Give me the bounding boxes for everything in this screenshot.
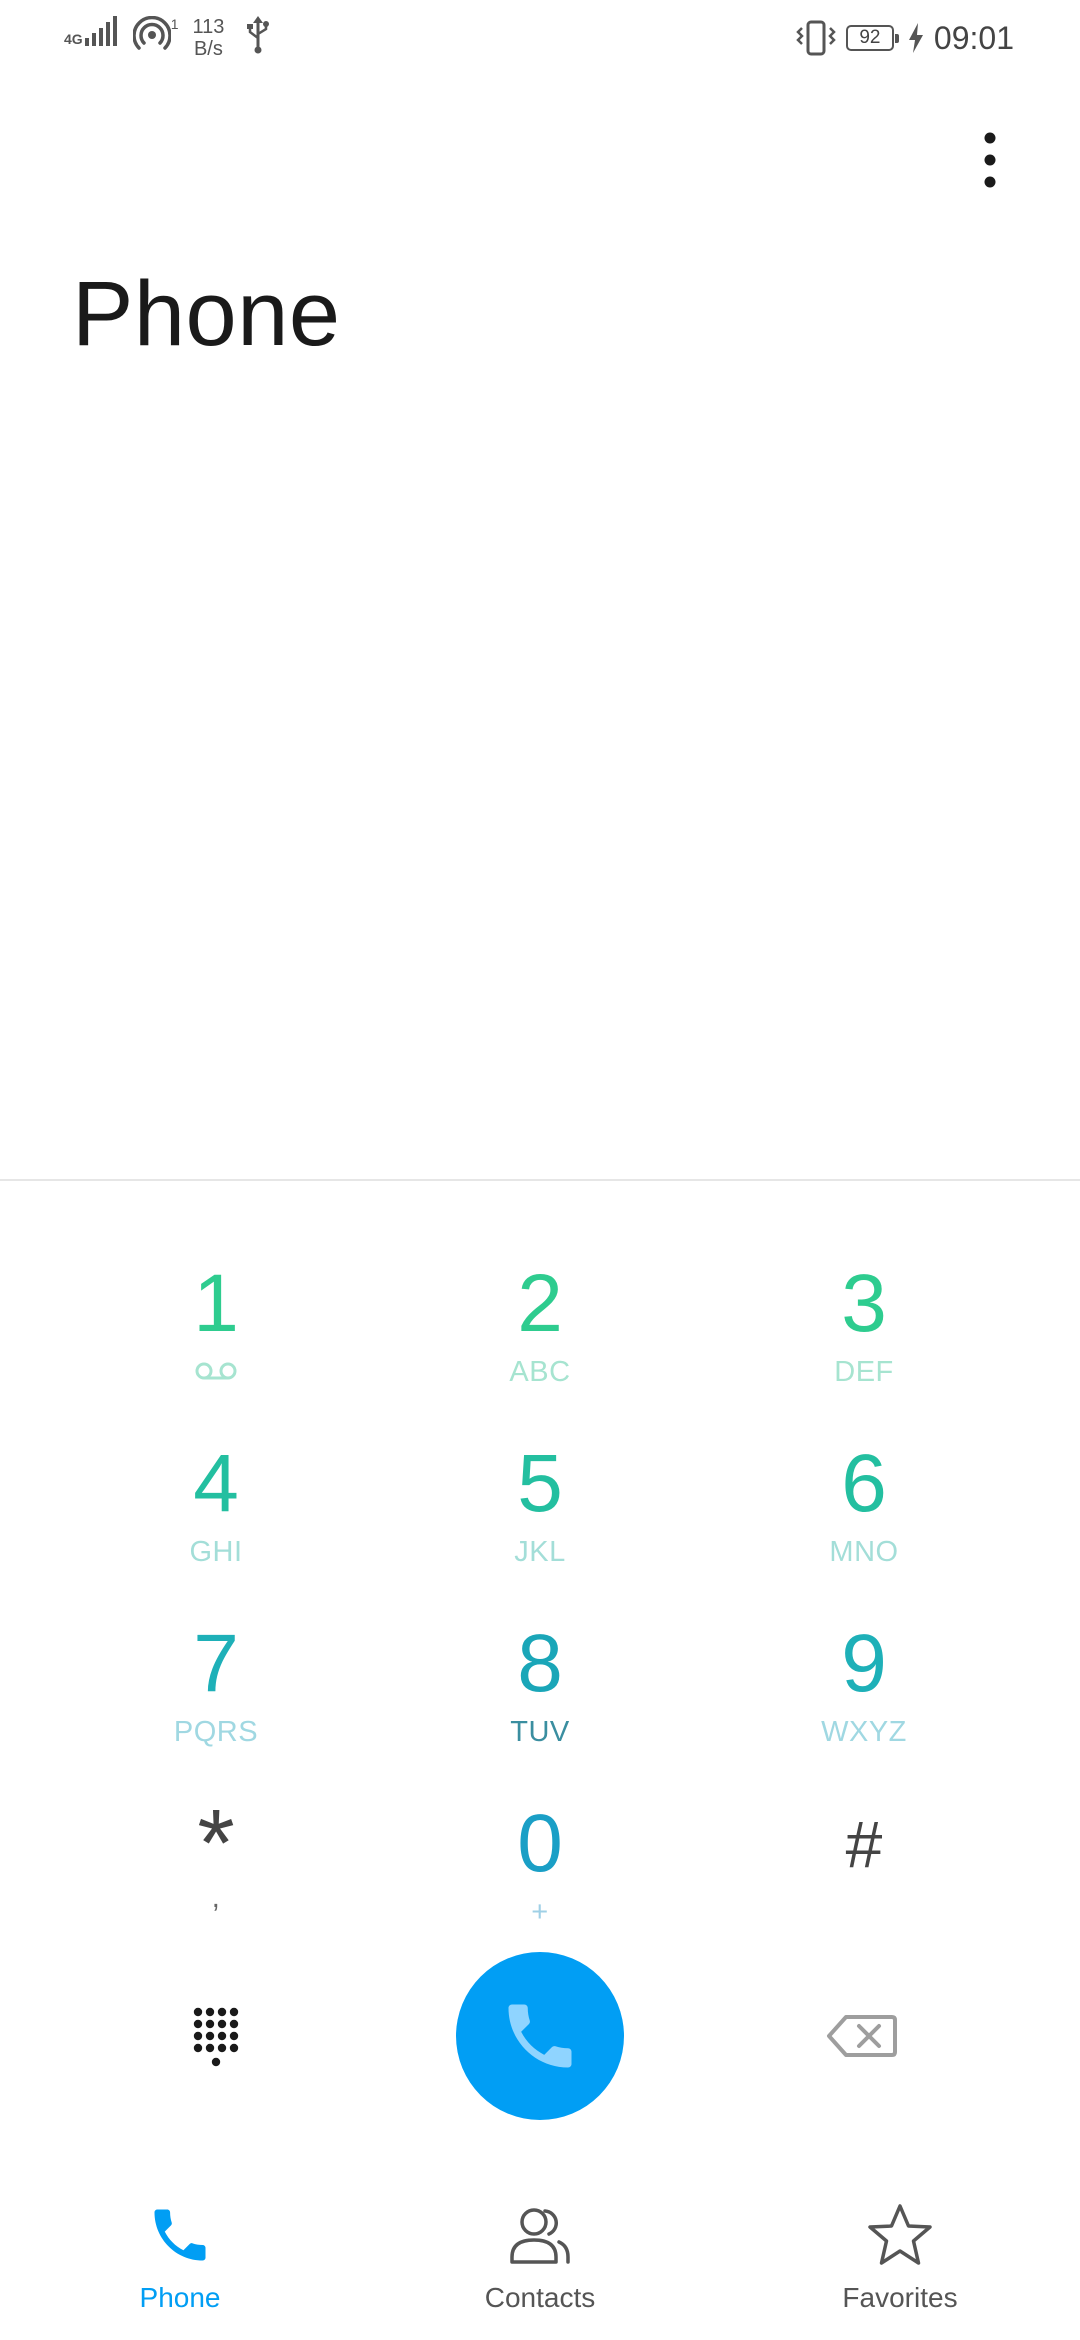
charging-bolt-icon	[908, 23, 923, 53]
dial-key-star[interactable]: * ,	[66, 1790, 366, 1960]
dial-key-digit: *	[197, 1790, 235, 1897]
speed-value: 113	[192, 16, 225, 38]
dialpad-toggle-button[interactable]	[176, 1998, 256, 2078]
dial-key-letters: DEF	[834, 1356, 894, 1388]
nav-tab-contacts[interactable]: Contacts	[430, 2198, 650, 2328]
nav-label-contacts: Contacts	[484, 2282, 596, 2313]
dial-key-digit: 3	[841, 1258, 887, 1349]
status-bar: 4G 1 113 B/s 92 09:01	[0, 0, 1080, 72]
voicemail-icon	[195, 1362, 237, 1380]
nav-label-favorites: Favorites	[842, 2282, 958, 2313]
dial-key-hash[interactable]: #	[714, 1800, 1014, 1960]
dialpad-grid-icon	[193, 2007, 239, 2067]
cellular-signal: 4G	[64, 16, 119, 46]
dial-key-9[interactable]: 9 WXYZ	[714, 1620, 1014, 1780]
nav-tab-phone[interactable]: Phone	[70, 2198, 290, 2328]
dial-key-0[interactable]: 0 +	[390, 1800, 690, 1960]
phone-icon	[154, 2209, 206, 2261]
dial-key-5[interactable]: 5 JKL	[390, 1440, 690, 1600]
backspace-button[interactable]	[822, 2004, 902, 2068]
dial-key-6[interactable]: 6 MNO	[714, 1440, 1014, 1600]
nav-tab-favorites[interactable]: Favorites	[790, 2198, 1010, 2328]
more-vertical-icon	[984, 132, 996, 188]
battery-indicator: 92	[845, 25, 899, 51]
dial-key-1[interactable]: 1	[66, 1260, 366, 1420]
dial-key-digit: 0	[517, 1798, 563, 1889]
dial-key-digit: #	[845, 1807, 883, 1881]
dial-key-digit: 5	[517, 1438, 563, 1529]
nav-icon-wrap	[146, 2198, 214, 2272]
dial-key-digit: 8	[517, 1618, 563, 1709]
contacts-icon	[510, 2208, 570, 2264]
more-options-button[interactable]	[960, 120, 1020, 200]
phone-call-icon	[508, 2004, 572, 2068]
status-right: 92 09:01	[796, 16, 1014, 60]
speed-unit: B/s	[193, 38, 223, 60]
dial-key-letters: JKL	[514, 1536, 566, 1568]
dial-key-4[interactable]: 4 GHI	[66, 1440, 366, 1600]
dial-key-digit: 6	[841, 1438, 887, 1529]
dial-key-2[interactable]: 2 ABC	[390, 1260, 690, 1420]
dial-key-letters: GHI	[189, 1536, 243, 1568]
dial-key-digit: 1	[193, 1258, 239, 1349]
network-speed: 113 B/s	[192, 16, 224, 60]
call-button[interactable]	[456, 1952, 624, 2120]
hotspot-indicator: 1	[132, 16, 179, 54]
bottom-navigation: Phone Contacts Favorites	[0, 2180, 1080, 2340]
dial-key-letters: TUV	[510, 1716, 570, 1748]
dial-key-digit: 9	[841, 1618, 887, 1709]
dial-key-letters: PQRS	[173, 1716, 259, 1748]
battery-level: 92	[859, 27, 881, 48]
dial-key-letters: +	[531, 1896, 549, 1928]
hotspot-icon	[132, 16, 171, 50]
dial-key-digit: 4	[193, 1438, 239, 1529]
hotspot-count: 1	[170, 16, 179, 32]
divider	[0, 1179, 1080, 1181]
nav-icon-wrap	[866, 2198, 934, 2272]
dial-key-letters: ABC	[509, 1356, 571, 1388]
page-title: Phone	[72, 263, 341, 365]
dial-key-letters: WXYZ	[821, 1716, 907, 1748]
dial-key-7[interactable]: 7 PQRS	[66, 1620, 366, 1780]
usb-icon	[247, 16, 270, 54]
network-type-label: 4G	[64, 31, 83, 47]
clock: 09:01	[933, 19, 1014, 56]
dial-key-digit: 2	[517, 1258, 563, 1349]
dial-key-8[interactable]: 8 TUV	[390, 1620, 690, 1780]
dial-key-letters: MNO	[829, 1536, 899, 1568]
star-icon	[868, 2204, 932, 2265]
status-left: 4G 1 113 B/s	[64, 16, 270, 60]
backspace-icon	[827, 2015, 897, 2057]
dial-key-letters: ,	[211, 1882, 221, 1914]
vibrate-icon	[796, 20, 836, 56]
dialer-controls	[0, 1950, 1080, 2120]
dial-key-digit: 7	[193, 1618, 239, 1709]
dial-key-3[interactable]: 3 DEF	[714, 1260, 1014, 1420]
signal-bars-icon	[84, 16, 117, 46]
nav-icon-wrap	[507, 2198, 573, 2272]
nav-label-phone: Phone	[139, 2282, 221, 2313]
